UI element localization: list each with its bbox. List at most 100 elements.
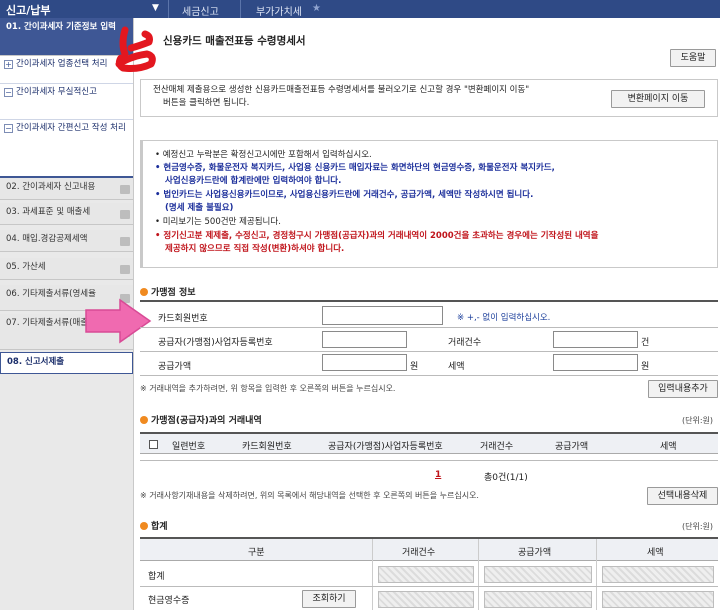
sidebar-sub-label: 간이과세자 간편신고 작성 처리 [16,123,126,133]
expand-icon: + [4,60,13,69]
collapse-icon: − [4,124,13,133]
count-unit: 건 [641,338,650,348]
menu-title[interactable]: 신고/납부 [6,2,51,18]
note-text: • 예정신고 누락분은 확정신고시에만 포함해서 입력하십시오. [155,150,372,160]
card-number-hint: ※ +,- 없이 입력하십시오. [457,313,551,323]
unit-label: (단위:원) [682,522,714,531]
amount-input[interactable] [322,354,407,371]
sidebar-sub-label: 간이과세자 무실적신고 [16,87,97,97]
note-text: (명세 제출 불필요) [165,203,234,213]
cash-receipt-tax [602,591,714,608]
arrow-icon [120,184,130,194]
tax-input[interactable] [553,354,638,371]
section-transactions-title: 가맹점(공급자)과의 거래내역 [140,413,262,426]
bullet-dot-icon [140,416,148,424]
sidebar-step-label: 05. 가산세 [6,262,46,272]
summary-row-label: 현금영수증 [148,596,190,606]
sidebar-step-05[interactable]: 05. 가산세 [0,258,133,280]
amount-label: 공급가액 [158,362,192,372]
column-header: 공급자(가맹점)사업자등록번호 [328,442,443,452]
note-text: • 미리보기는 500건만 제공됩니다. [155,217,281,227]
sidebar-step-label: 04. 매입.경감공제세액 [6,234,88,244]
sidebar-sub-no-activity[interactable]: − 간이과세자 무실적신고 [0,84,133,120]
page-title: 신용카드 매출전표등 수령명세서 [163,35,306,47]
summary-row-label: 합계 [148,572,165,582]
divider [168,0,169,18]
lookup-button[interactable]: 조회하기 [302,590,356,608]
notice-text: 버튼을 클릭하면 됩니다. [163,98,250,108]
column-header: 공급가액 [518,548,552,558]
breadcrumb-vat[interactable]: 부가가치세 [256,3,302,18]
arrow-icon [120,236,130,246]
delete-selected-button[interactable]: 선택내용삭제 [647,487,718,505]
column-header: 거래건수 [402,548,436,558]
divider [140,300,718,302]
star-icon[interactable]: ★ [312,3,321,14]
arrow-icon [120,264,130,274]
column-header: 카드회원번호 [242,442,292,452]
divider [140,375,718,376]
amount-unit: 원 [410,362,419,372]
total-count: 총0건(1/1) [484,473,528,483]
notice-text: 전산매체 제출용으로 생성한 신용카드매출전표등 수령명세서를 불러오기로 신고… [153,85,530,95]
card-number-input[interactable] [322,306,443,325]
sidebar-step-08[interactable]: 08. 신고서제출 [0,352,133,374]
help-button[interactable]: 도움말 [670,49,716,67]
section-merchant-title: 가맹점 정보 [140,285,196,298]
notice-convert: 전산매체 제출용으로 생성한 신용카드매출전표등 수령명세서를 불러오기로 신고… [140,79,718,117]
bullet-dot-icon [140,288,148,296]
chevron-down-icon[interactable]: ▼ [152,3,159,13]
divider [240,0,241,18]
sidebar-step-03[interactable]: 03. 과세표준 및 매출세 [0,203,133,225]
column-header: 세액 [647,548,664,558]
bullet-dot-icon [140,522,148,530]
column-header: 공급가액 [555,442,589,452]
note-text: • 현금영수증, 화물운전자 복지카드, 사업용 신용카드 매입자료는 화면하단… [155,163,555,173]
delete-hint: ※ 거래사항기재내용을 삭제하려면, 위의 목록에서 해당내역을 선택한 후 오… [140,491,479,500]
page-number-link[interactable]: 1 [435,470,441,480]
tax-unit: 원 [641,362,650,372]
sidebar-step-02[interactable]: 02. 간이과세자 신고내용 [0,178,133,200]
add-entry-button[interactable]: 입력내용추가 [648,380,718,398]
note-text: 사업신용카드란에 합계란에만 입력하여야 합니다. [165,176,342,186]
top-nav-bar: 신고/납부 ▼ 세금신고 부가가치세 ★ [0,0,720,18]
divider [140,351,718,352]
biz-number-input[interactable] [322,331,407,348]
sidebar-sub-label: 간이과세자 업종선택 처리 [16,59,108,69]
biz-number-label: 공급자(가맹점)사업자등록번호 [158,338,273,348]
cash-receipt-count [378,591,474,608]
notes-box: • 예정신고 누락분은 확정신고시에만 포함해서 입력하십시오. • 현금영수증… [140,140,718,268]
sidebar-step-label: 03. 과세표준 및 매출세 [6,207,91,217]
red-scribble-annotation [115,26,156,72]
count-label: 거래건수 [448,338,482,348]
divider [478,539,479,610]
divider [140,460,718,461]
divider [140,327,718,328]
note-text: • 법인카드는 사업용신용카드이므로, 사업용신용카드란에 거래건수, 공급가액… [155,190,534,200]
column-header: 거래건수 [480,442,514,452]
sidebar-sub-simple-filing[interactable]: − 간이과세자 간편신고 작성 처리 [0,120,133,178]
column-header: 구분 [248,548,265,558]
summary-total-tax [602,566,714,583]
divider [596,539,597,610]
divider [372,539,373,610]
summary-total-amount [484,566,592,583]
pink-arrow-annotation [85,298,152,344]
column-header: 세액 [660,442,677,452]
unit-label: (단위:원) [682,416,714,425]
convert-page-button[interactable]: 변환페이지 이동 [611,90,705,108]
transactions-table-header: 일련번호 카드회원번호 공급자(가맹점)사업자등록번호 거래건수 공급가액 세액 [140,432,718,454]
summary-table-header: 구분 거래건수 공급가액 세액 [140,537,718,561]
breadcrumb-tax-filing[interactable]: 세금신고 [182,3,219,18]
sidebar-step-04[interactable]: 04. 매입.경감공제세액 [0,230,133,252]
card-number-label: 카드회원번호 [158,314,208,324]
select-all-checkbox[interactable] [149,440,158,449]
divider [140,586,718,587]
section-summary-title: 합계 [140,519,168,532]
count-input[interactable] [553,331,638,348]
arrow-icon [120,209,130,219]
note-text: • 정기신고분 제제출, 수정신고, 경정청구시 가맹점(공급자)과의 거래내역… [155,231,599,241]
add-hint: ※ 거래내역을 추가하려면, 위 항목을 입력한 후 오른쪽의 버튼을 누르십시… [140,384,396,393]
summary-total-count [378,566,474,583]
collapse-icon: − [4,88,13,97]
